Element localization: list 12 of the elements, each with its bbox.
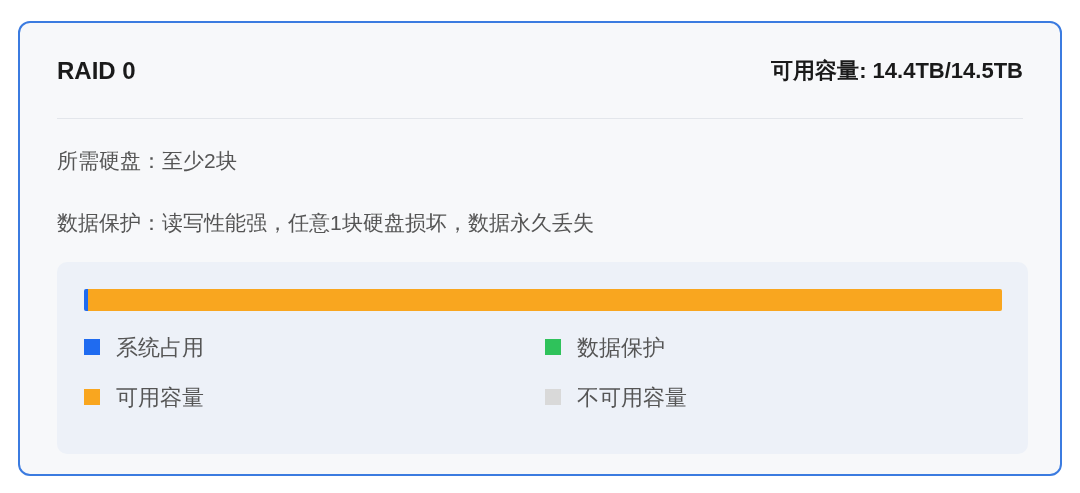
legend-label: 不可用容量 [577, 383, 687, 412]
detail-label: 数据保护： [57, 209, 162, 236]
detail-value: 至少2块 [162, 148, 237, 174]
detail-value: 读写性能强，任意1块硬盘损坏，数据永久丢失 [162, 209, 594, 236]
capacity-value: 14.4TB/14.5TB [872, 57, 1023, 85]
card-title: RAID 0 [57, 55, 136, 86]
legend-label: 数据保护 [577, 333, 665, 362]
capacity-label: 可用容量: [771, 57, 867, 85]
raid-option-card[interactable]: RAID 0 可用容量: 14.4TB/14.5TB 所需硬盘：至少2块 数据保护：读写性能强，任意1块硬盘损坏，数据永久丢失 系统占用 数据保护 可用容量 不可用容量 [18, 21, 1062, 476]
detail-label: 所需硬盘： [57, 148, 162, 174]
legend-label: 可用容量 [116, 383, 204, 412]
legend-label: 系统占用 [116, 333, 204, 362]
